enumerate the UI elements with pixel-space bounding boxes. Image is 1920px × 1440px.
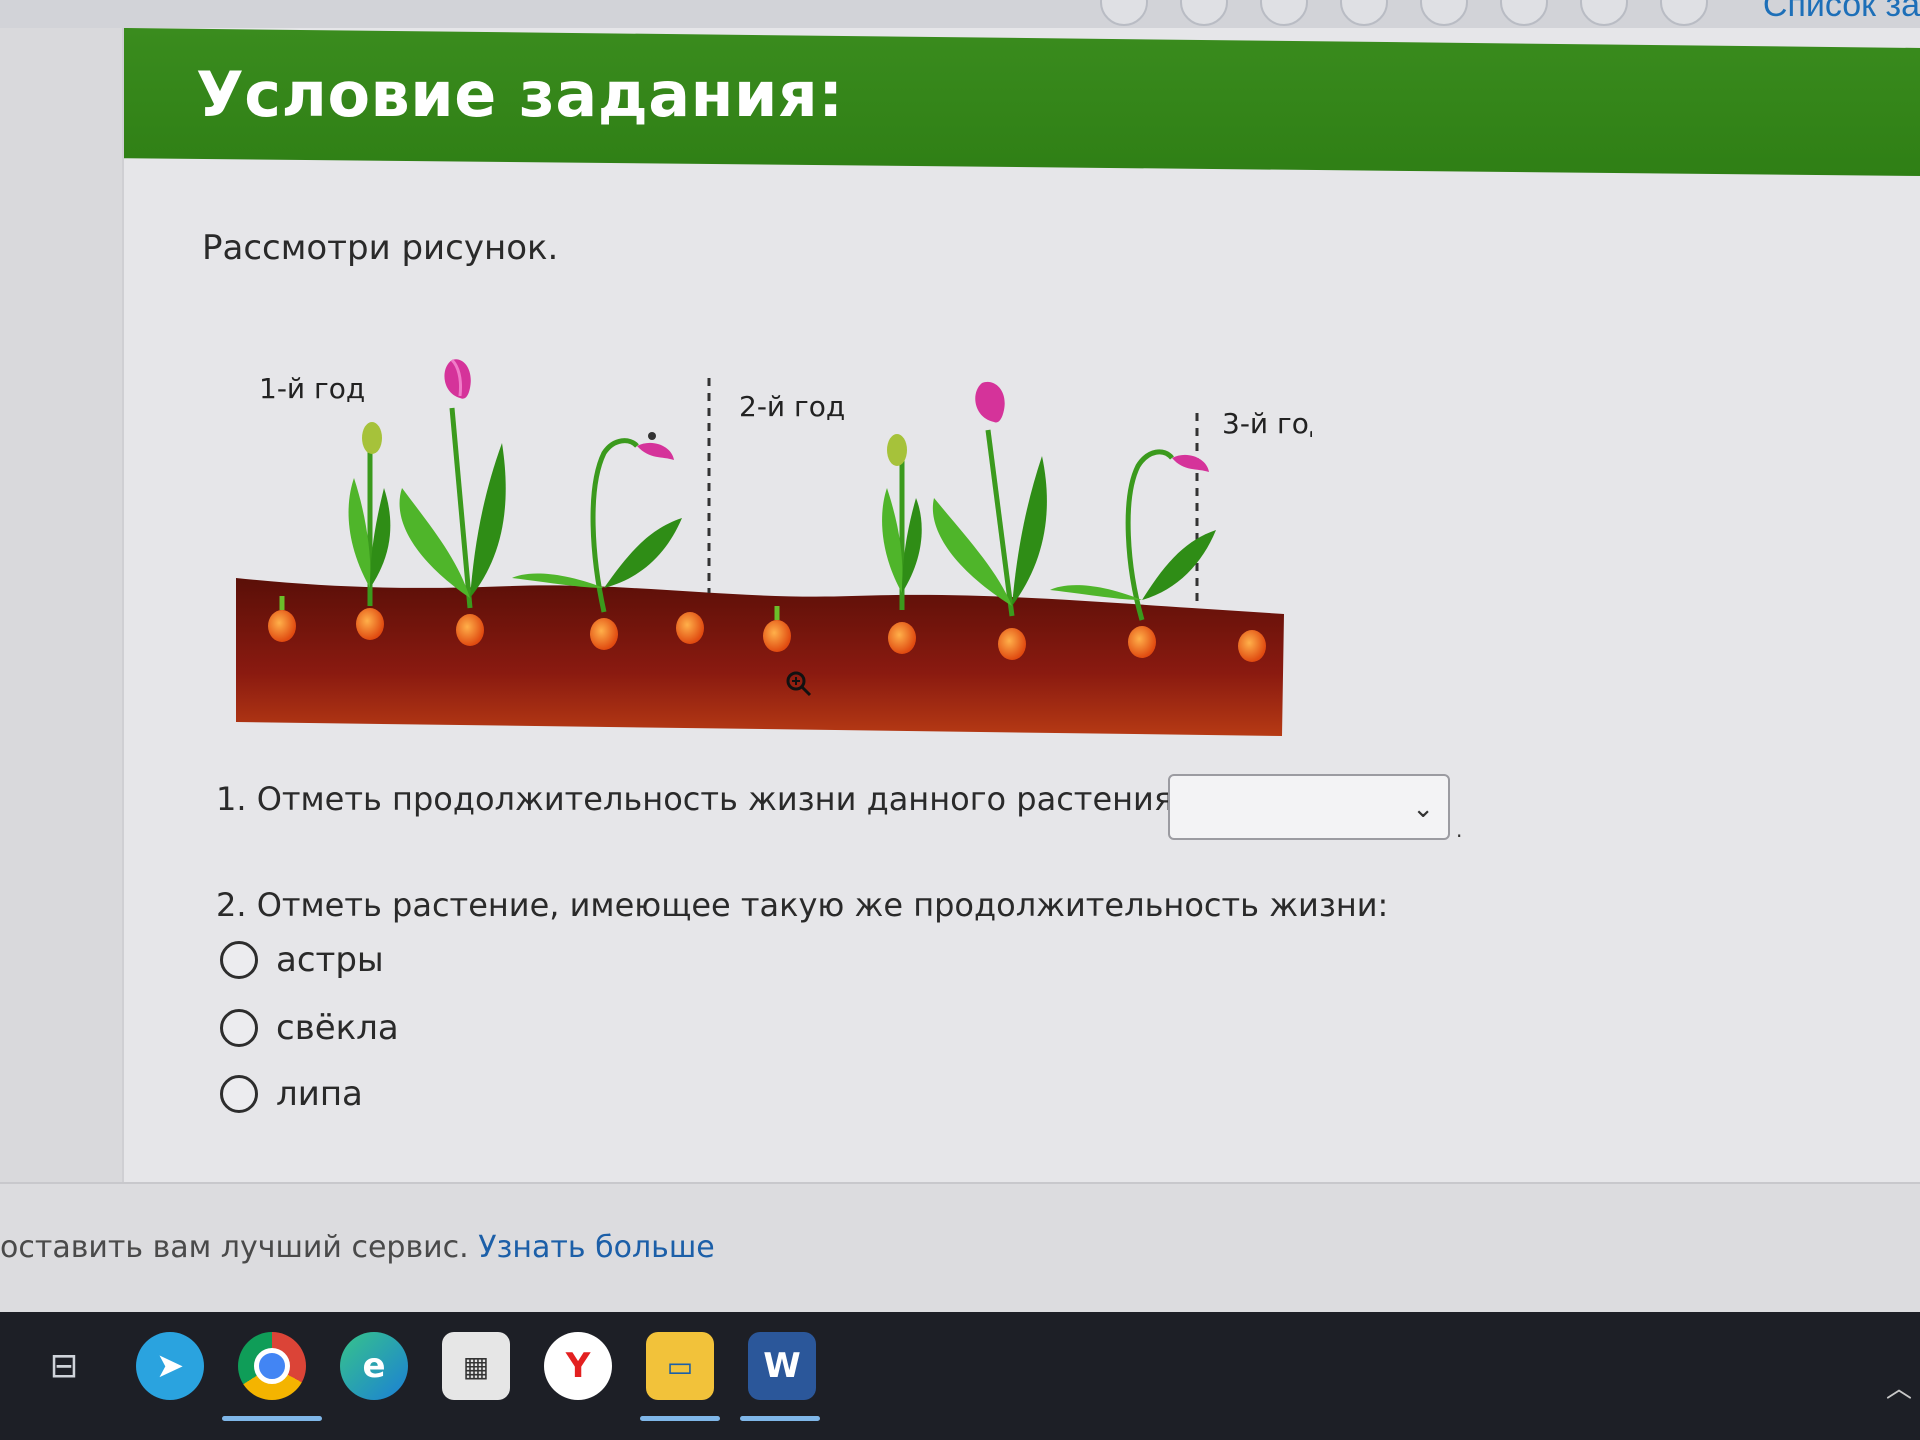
plant-wilting (1050, 449, 1216, 621)
year-label: 3-й год (1222, 407, 1312, 440)
chrome-icon[interactable] (238, 1332, 306, 1400)
question-nav-circle[interactable] (1580, 0, 1628, 26)
telegram-icon[interactable]: ➤ (136, 1332, 204, 1400)
option-label: липа (276, 1074, 363, 1114)
option-label: свёкла (276, 1008, 399, 1048)
learn-more-link[interactable]: Узнать больше (478, 1230, 715, 1265)
word-active-indicator (740, 1416, 820, 1421)
word-icon[interactable]: W (748, 1332, 816, 1400)
question-nav-circle[interactable] (1340, 0, 1388, 26)
chrome-active-indicator (222, 1416, 322, 1421)
explorer-active-indicator (640, 1416, 720, 1421)
soil (236, 578, 1284, 736)
task-header: Условие задания: (124, 28, 1920, 176)
taskbar: ⊟ ➤ e ▦ Y ▭ W ︿ (0, 1312, 1920, 1440)
question-1-text: 1. Отметь продолжительность жизни данног… (216, 780, 1184, 818)
option-beet[interactable]: свёкла (220, 1008, 399, 1048)
question-nav-circle[interactable] (1260, 0, 1308, 26)
tulip-illustration: 1-й год 2-й год 3-й год (236, 358, 1312, 736)
question-nav-circle[interactable] (1660, 0, 1708, 26)
radio-button[interactable] (220, 1009, 258, 1047)
year-label: 1-й год (259, 372, 365, 405)
task-prompt: Рассмотри рисунок. (202, 228, 559, 268)
plant-flower (932, 381, 1047, 617)
file-explorer-icon[interactable]: ▭ (646, 1332, 714, 1400)
task-list-link[interactable]: Список за (1763, 0, 1920, 25)
cookie-banner: оставить вам лучший сервис. Узнать больш… (0, 1182, 1920, 1314)
question-nav-circle[interactable] (1180, 0, 1228, 26)
radio-button[interactable] (220, 941, 258, 979)
option-label: астры (276, 940, 384, 980)
cookie-text: оставить вам лучший сервис. Узнать больш… (0, 1230, 715, 1265)
tulip-figure[interactable]: 1-й год 2-й год 3-й год (212, 338, 1312, 758)
task-card: Условие задания: Рассмотри рисунок. 1-й … (122, 28, 1920, 1188)
plant-bud (882, 434, 922, 610)
radio-button[interactable] (220, 1075, 258, 1113)
lifespan-select[interactable]: ⌄ (1168, 774, 1450, 840)
period: . (1456, 818, 1463, 842)
year-label: 2-й год (739, 390, 845, 423)
top-navigation-strip: Список за (0, 0, 1920, 28)
task-title: Условие задания: (196, 58, 844, 131)
edge-icon[interactable]: e (340, 1332, 408, 1400)
option-asters[interactable]: астры (220, 940, 384, 980)
chevron-up-icon[interactable]: ︿ (1886, 1368, 1912, 1405)
yandex-icon[interactable]: Y (544, 1332, 612, 1400)
cookie-message: оставить вам лучший сервис. (0, 1230, 469, 1265)
store-icon[interactable]: ▦ (442, 1332, 510, 1400)
plant-flower (399, 358, 506, 609)
plant-wilting (512, 432, 682, 613)
plant-bud (348, 422, 391, 606)
question-nav-circle[interactable] (1100, 0, 1148, 26)
question-2-text: 2. Отметь растение, имеющее такую же про… (216, 886, 1389, 924)
question-nav-circle[interactable] (1500, 0, 1548, 26)
question-nav-circle[interactable] (1420, 0, 1468, 26)
option-linden[interactable]: липа (220, 1074, 363, 1114)
chevron-down-icon: ⌄ (1412, 794, 1434, 824)
task-view-icon[interactable]: ⊟ (30, 1332, 98, 1400)
